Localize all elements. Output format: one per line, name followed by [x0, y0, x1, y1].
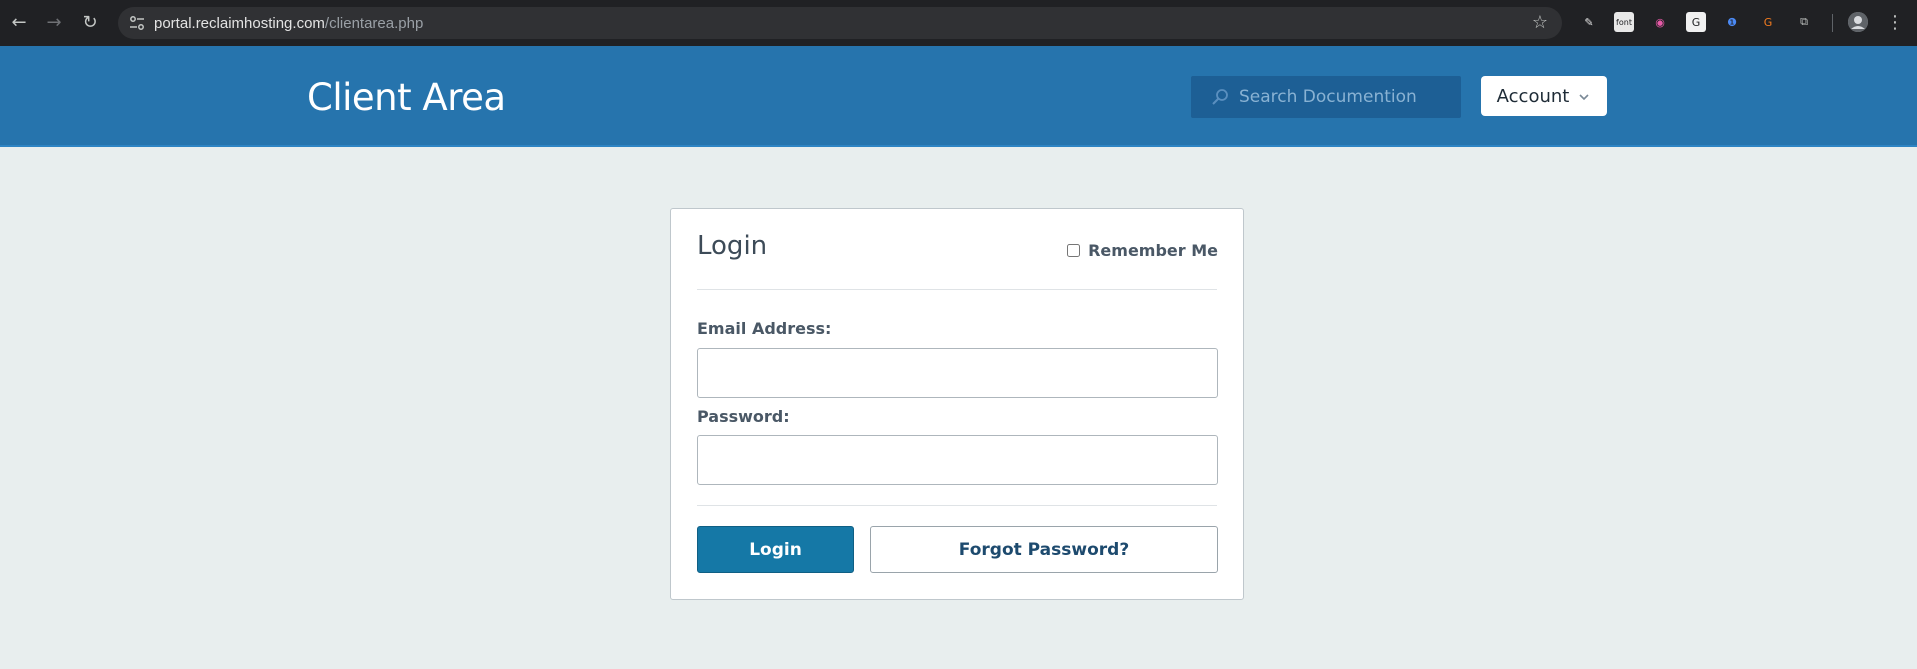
- puzzle-icon[interactable]: ⧉: [1794, 12, 1814, 32]
- header-divider: [697, 289, 1217, 290]
- account-label: Account: [1496, 85, 1570, 107]
- login-button[interactable]: Login: [697, 526, 854, 573]
- font-extension-icon[interactable]: font: [1614, 12, 1634, 32]
- avatar-icon: [1848, 12, 1868, 32]
- reload-icon[interactable]: ↻: [78, 11, 102, 35]
- site-settings-icon[interactable]: [128, 14, 146, 32]
- password-manager-icon[interactable]: ❶: [1722, 12, 1742, 32]
- email-label: Email Address:: [697, 319, 832, 338]
- bookmark-star-icon[interactable]: ☆: [1532, 12, 1548, 33]
- url-path: /clientarea.php: [324, 15, 424, 32]
- browser-toolbar: ← → ↻ portal.reclaimhosting.com/clientar…: [0, 0, 1917, 46]
- forward-arrow-icon[interactable]: →: [42, 11, 66, 35]
- email-field[interactable]: [697, 348, 1218, 398]
- search-box[interactable]: [1191, 76, 1461, 118]
- page-title: Client Area: [307, 76, 506, 119]
- remember-me[interactable]: Remember Me: [1067, 241, 1218, 260]
- swirl-extension-icon[interactable]: G: [1758, 12, 1778, 32]
- address-bar[interactable]: portal.reclaimhosting.com/clientarea.php…: [118, 7, 1562, 39]
- eyedropper-icon[interactable]: ✎: [1579, 12, 1599, 32]
- password-label: Password:: [697, 407, 790, 426]
- remember-me-checkbox[interactable]: [1067, 244, 1081, 257]
- remember-me-label: Remember Me: [1088, 241, 1218, 260]
- forgot-password-button[interactable]: Forgot Password?: [870, 526, 1218, 573]
- search-icon: [1212, 89, 1228, 105]
- login-card: Login Remember Me Email Address: Passwor…: [670, 208, 1244, 600]
- chrome-menu-icon[interactable]: ⋮: [1883, 11, 1907, 35]
- back-arrow-icon[interactable]: ←: [7, 11, 31, 35]
- actions-divider: [697, 505, 1217, 506]
- color-wheel-icon[interactable]: ◉: [1650, 12, 1670, 32]
- toolbar-divider: [1832, 14, 1833, 32]
- grammarly-icon[interactable]: G: [1686, 12, 1706, 32]
- login-heading: Login: [697, 231, 768, 261]
- search-input[interactable]: [1239, 76, 1449, 118]
- url-host: portal.reclaimhosting.com: [154, 15, 325, 32]
- url-text[interactable]: portal.reclaimhosting.com/clientarea.php: [154, 15, 423, 32]
- profile-avatar[interactable]: [1848, 12, 1868, 32]
- password-field[interactable]: [697, 435, 1218, 485]
- account-dropdown-button[interactable]: Account: [1481, 76, 1607, 116]
- chevron-down-icon: [1579, 91, 1589, 104]
- site-header: Client Area Account: [0, 46, 1917, 147]
